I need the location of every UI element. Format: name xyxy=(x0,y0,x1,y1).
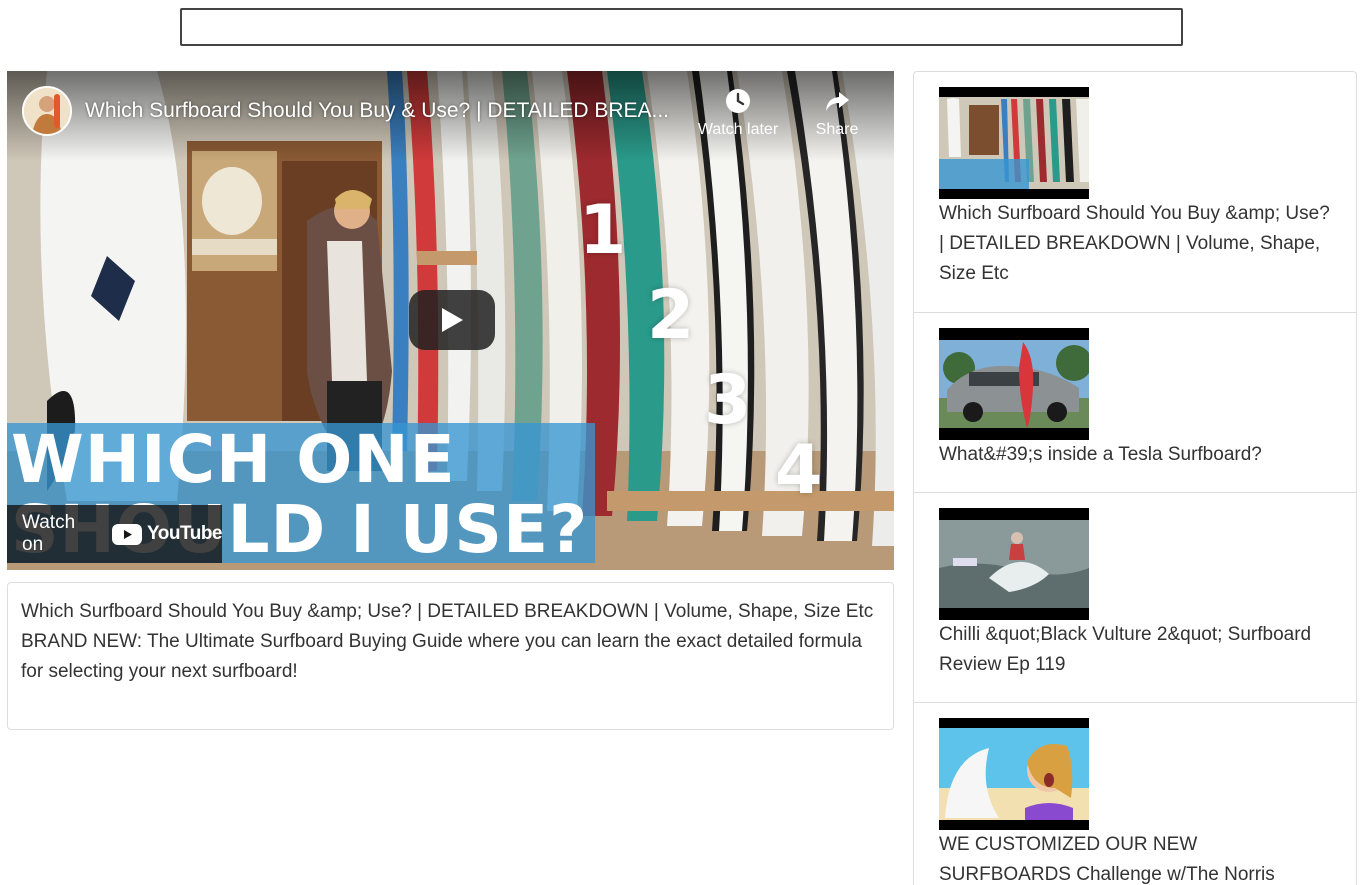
related-video-title[interactable]: Which Surfboard Should You Buy &amp; Use… xyxy=(939,199,1331,299)
thumbnail-number: 3 xyxy=(704,361,752,440)
video-thumbnail[interactable] xyxy=(939,718,1089,830)
list-item[interactable]: Which Surfboard Should You Buy &amp; Use… xyxy=(914,72,1356,313)
clock-icon xyxy=(726,89,750,113)
watch-later-button[interactable]: Watch later xyxy=(693,87,783,139)
video-thumbnail[interactable] xyxy=(939,328,1089,440)
thumbnail-number: 1 xyxy=(579,191,627,270)
watch-later-label: Watch later xyxy=(697,121,779,138)
youtube-play-icon xyxy=(112,523,143,545)
related-video-title[interactable]: WE CUSTOMIZED OUR NEW SURFBOARDS Challen… xyxy=(939,830,1331,885)
thumbnail-number: 2 xyxy=(647,276,695,355)
play-icon xyxy=(442,308,463,332)
play-button[interactable] xyxy=(409,290,495,350)
video-thumbnail[interactable] xyxy=(939,508,1089,620)
thumbnail-number: 4 xyxy=(775,431,823,510)
description-title: Which Surfboard Should You Buy &amp; Use… xyxy=(21,601,874,622)
related-videos-list: Which Surfboard Should You Buy &amp; Use… xyxy=(913,71,1357,885)
youtube-logo: YouTube xyxy=(112,523,222,545)
description-body: BRAND NEW: The Ultimate Surfboard Buying… xyxy=(21,631,862,682)
video-description-card: Which Surfboard Should You Buy &amp; Use… xyxy=(7,582,894,730)
related-video-title[interactable]: Chilli &quot;Black Vulture 2&quot; Surfb… xyxy=(939,620,1331,690)
youtube-wordmark: YouTube xyxy=(147,523,222,544)
share-arrow-icon xyxy=(826,92,849,111)
search-input[interactable] xyxy=(180,8,1183,46)
video-player[interactable]: WHICH ONE SHOULD I USE? 1 2 3 4 Which Su… xyxy=(7,71,894,570)
related-video-title[interactable]: What&#39;s inside a Tesla Surfboard? xyxy=(939,440,1331,480)
share-label: Share xyxy=(815,121,859,138)
avatar-image xyxy=(24,88,70,134)
player-video-title[interactable]: Which Surfboard Should You Buy & Use? | … xyxy=(85,99,685,123)
watch-on-label: Watch on xyxy=(22,512,76,555)
watch-on-youtube-button[interactable]: Watch on YouTube xyxy=(7,505,222,563)
list-item[interactable]: WE CUSTOMIZED OUR NEW SURFBOARDS Challen… xyxy=(914,703,1356,885)
search-bar xyxy=(180,8,1183,46)
list-item[interactable]: Chilli &quot;Black Vulture 2&quot; Surfb… xyxy=(914,493,1356,703)
share-button[interactable]: Share xyxy=(797,87,877,139)
list-item[interactable]: What&#39;s inside a Tesla Surfboard? xyxy=(914,313,1356,493)
thumbnail-text-line1: WHICH ONE xyxy=(11,421,456,498)
channel-avatar[interactable] xyxy=(22,86,72,136)
video-thumbnail[interactable] xyxy=(939,87,1089,199)
